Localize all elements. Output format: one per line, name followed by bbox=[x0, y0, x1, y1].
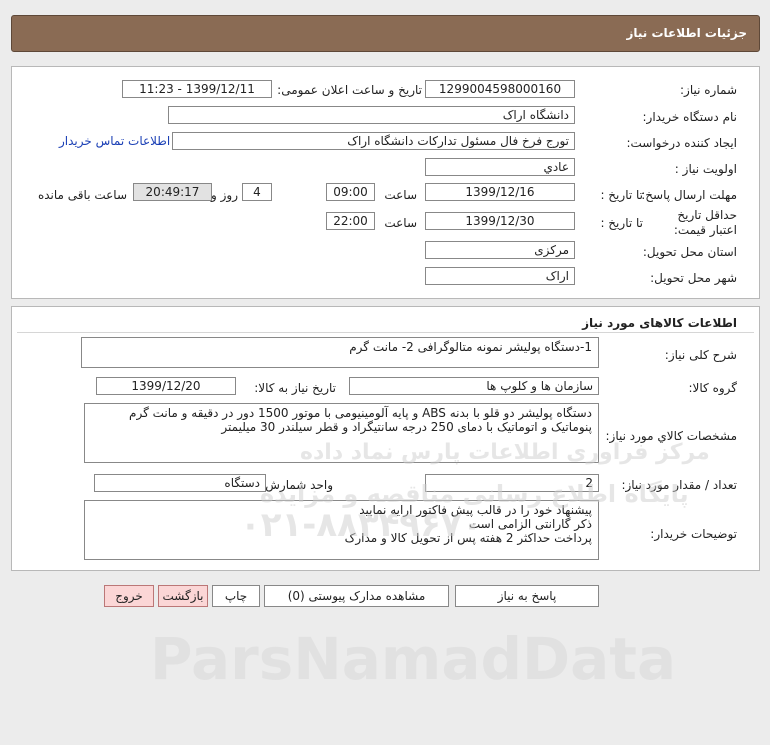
section-divider bbox=[17, 332, 754, 333]
province-label: استان محل تحویل: bbox=[642, 245, 737, 259]
unit-label: واحد شمارش: bbox=[261, 478, 333, 492]
buyer-note-line: پیشنهاد خود را در قالب پیش فاکتور ارایه … bbox=[359, 503, 592, 517]
priority-label: اولویت نیاز : bbox=[674, 162, 737, 176]
city-label: شهر محل تحویل: bbox=[650, 271, 737, 285]
buyer-org-label: نام دستگاه خریدار: bbox=[642, 110, 738, 124]
goods-group-label: گروه کالا: bbox=[688, 381, 738, 395]
buyer-org-field: دانشگاه اراک bbox=[168, 106, 575, 124]
back-button[interactable]: بازگشت bbox=[158, 585, 208, 607]
buyer-notes-field: پیشنهاد خود را در قالب پیش فاکتور ارایه … bbox=[84, 500, 599, 560]
need-number-field: 1299004598000160 bbox=[425, 80, 575, 98]
days-remaining-field: 4 bbox=[242, 183, 272, 201]
validity-label: حداقل تاریخ اعتبار قیمت: bbox=[667, 208, 737, 238]
remaining-time-label: ساعت باقی مانده bbox=[37, 188, 127, 202]
attachments-button[interactable]: مشاهده مدارک پیوستی (0) bbox=[264, 585, 449, 607]
specs-field: دستگاه پولیشر دو قلو با بدنه ABS و پایه … bbox=[84, 403, 599, 463]
print-button[interactable]: چاپ bbox=[212, 585, 260, 607]
need-date-label: تاریخ نیاز به کالا: bbox=[254, 381, 336, 395]
goods-group-field: سازمان ها و کلوپ ها bbox=[349, 377, 599, 395]
validity-date-field: 1399/12/30 bbox=[425, 212, 575, 230]
priority-field: عادي bbox=[425, 158, 575, 176]
announce-datetime-label: تاریخ و ساعت اعلان عمومی: bbox=[277, 83, 422, 97]
goods-section-title: اطلاعات کالاهای مورد نیاز bbox=[582, 316, 737, 330]
summary-field: 1-دستگاه پولیشر نمونه متالوگرافی 2- مانت… bbox=[81, 337, 599, 368]
specs-label: مشخصات کالاي مورد نیاز: bbox=[605, 429, 737, 443]
need-info-panel bbox=[11, 66, 760, 299]
validity-time-field: 22:00 bbox=[326, 212, 375, 230]
watermark-brand: ParsNamadData bbox=[150, 625, 677, 693]
summary-label: شرح کلی نیاز: bbox=[664, 348, 737, 362]
announce-datetime-field: 1399/12/11 - 11:23 bbox=[122, 80, 272, 98]
exit-button[interactable]: خروج bbox=[104, 585, 154, 607]
validity-to-label: تا تاریخ : bbox=[600, 216, 643, 230]
validity-label-text: حداقل تاریخ اعتبار قیمت: bbox=[673, 208, 737, 237]
page-header: جزئیات اطلاعات نیاز bbox=[11, 15, 760, 52]
requester-label: ایجاد کننده درخواست: bbox=[626, 136, 737, 150]
deadline-date-field: 1399/12/16 bbox=[425, 183, 575, 201]
validity-time-label: ساعت bbox=[384, 216, 417, 230]
page-title: جزئیات اطلاعات نیاز bbox=[626, 26, 747, 40]
deadline-label: مهلت ارسال پاسخ: bbox=[641, 188, 737, 202]
remaining-time-field: 20:49:17 bbox=[133, 183, 212, 201]
qty-label: تعداد / مقدار مورد نیاز: bbox=[621, 478, 737, 492]
buyer-note-line: پرداخت حداکثر 2 هفته پس از تحویل کالا و … bbox=[344, 531, 592, 545]
province-field: مرکزی bbox=[425, 241, 575, 259]
need-number-label: شماره نیاز: bbox=[680, 83, 737, 97]
days-label: روز و bbox=[211, 188, 238, 202]
deadline-time-field: 09:00 bbox=[326, 183, 375, 201]
reply-button[interactable]: پاسخ به نیاز bbox=[455, 585, 599, 607]
requester-field: تورج فرخ فال مسئول تدارکات دانشگاه اراک bbox=[172, 132, 575, 150]
deadline-to-label: تا تاریخ : bbox=[600, 188, 643, 202]
buyer-notes-label: توضیحات خریدار: bbox=[650, 527, 737, 541]
need-date-field: 1399/12/20 bbox=[96, 377, 236, 395]
buyer-contact-link[interactable]: اطلاعات تماس خریدار bbox=[59, 134, 170, 148]
deadline-time-label: ساعت bbox=[384, 188, 417, 202]
unit-field: دستگاه bbox=[94, 474, 266, 492]
city-field: اراک bbox=[425, 267, 575, 285]
buyer-note-line: ذکر گارانتی الزامی است bbox=[468, 517, 592, 531]
qty-field: 2 bbox=[425, 474, 599, 492]
